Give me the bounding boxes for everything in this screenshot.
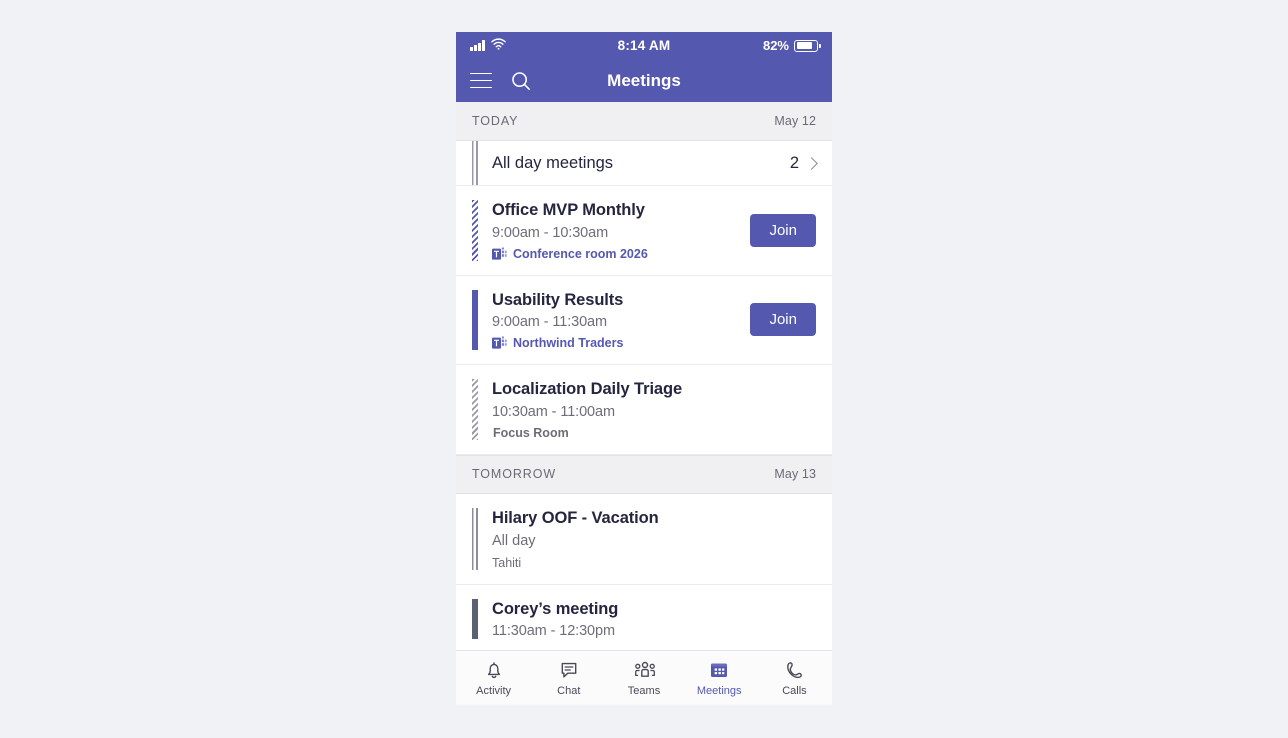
chat-bubble-icon — [558, 659, 580, 681]
meeting-location-label: Tahiti — [492, 555, 522, 570]
phone-icon — [783, 659, 805, 681]
join-button[interactable]: Join — [750, 303, 816, 337]
bell-icon — [483, 659, 505, 681]
meeting-location-label: Northwind Traders — [513, 336, 624, 351]
meeting-location-label: Focus Room — [493, 425, 569, 440]
meeting-row[interactable]: Corey’s meeting 11:30am - 12:30pm — [456, 584, 832, 650]
microsoft-teams-icon — [492, 336, 507, 350]
battery-icon — [794, 39, 821, 52]
search-icon[interactable] — [510, 70, 532, 92]
meeting-location: Focus Room — [492, 426, 816, 440]
nav-label: Chat — [557, 685, 581, 697]
all-day-row-body: All day meetings — [478, 154, 790, 173]
app-header: Meetings — [456, 59, 832, 102]
meeting-title: Office MVP Monthly — [492, 201, 645, 219]
meeting-time: All day — [492, 532, 536, 549]
section-header-tomorrow: TOMORROW May 13 — [456, 454, 832, 494]
battery-percent-label: 82% — [762, 38, 789, 53]
meeting-details: Hilary OOF - Vacation All day Tahiti — [478, 508, 816, 570]
nav-item-meetings[interactable]: Meetings — [682, 651, 757, 705]
bottom-navigation: Activity Chat Teams Meetings Calls — [456, 650, 832, 705]
meeting-time: 9:00am - 10:30am — [492, 224, 609, 241]
nav-item-chat[interactable]: Chat — [531, 651, 606, 705]
hamburger-menu-icon[interactable] — [470, 72, 492, 89]
nav-label: Calls — [782, 685, 807, 697]
meeting-title: Hilary OOF - Vacation — [492, 508, 659, 527]
meeting-time: 10:30am - 11:00am — [492, 403, 615, 420]
meeting-title: Localization Daily Triage — [492, 380, 683, 399]
meeting-row[interactable]: Usability Results 9:00am - 11:30am North… — [456, 275, 832, 366]
meeting-details: Office MVP Monthly 9:00am - 10:30am Conf… — [478, 200, 738, 261]
screen-root: 8:14 AM 82% Meetings TODAY May 12 All da… — [0, 0, 1288, 738]
meeting-title: Usability Results — [492, 290, 624, 309]
meeting-location: Northwind Traders — [492, 336, 738, 350]
meeting-details: Corey’s meeting 11:30am - 12:30pm — [478, 599, 816, 640]
meetings-list[interactable]: TODAY May 12 All day meetings 2 Office M… — [456, 102, 832, 650]
chevron-right-icon[interactable] — [805, 156, 818, 170]
meeting-location: Conference room 2026 — [492, 247, 738, 261]
nav-item-activity[interactable]: Activity — [456, 651, 531, 705]
meeting-details: Localization Daily Triage 10:30am - 11:0… — [478, 379, 816, 440]
nav-item-calls[interactable]: Calls — [757, 651, 832, 705]
all-day-meetings-row[interactable]: All day meetings 2 — [456, 141, 832, 186]
calendar-icon — [708, 659, 730, 681]
status-bar-right: 82% — [762, 38, 821, 53]
meeting-time: 9:00am - 11:30am — [492, 314, 608, 331]
section-date: May 12 — [774, 114, 816, 128]
status-bar: 8:14 AM 82% — [456, 32, 832, 59]
meeting-row[interactable]: Office MVP Monthly 9:00am - 10:30am Conf… — [456, 186, 832, 276]
section-date: May 13 — [774, 467, 816, 482]
section-label: TODAY — [472, 114, 519, 128]
nav-item-teams[interactable]: Teams — [606, 651, 681, 705]
microsoft-teams-icon — [492, 247, 507, 261]
nav-label: Teams — [627, 685, 661, 697]
all-day-right: 2 — [789, 153, 818, 173]
section-header-today: TODAY May 12 — [456, 102, 832, 141]
nav-label: Activity — [476, 685, 512, 697]
meeting-row[interactable]: Hilary OOF - Vacation All day Tahiti — [456, 493, 832, 585]
phone-viewport: 8:14 AM 82% Meetings TODAY May 12 All da… — [456, 32, 832, 705]
join-button[interactable]: Join — [750, 213, 816, 247]
all-day-count: 2 — [789, 153, 799, 172]
all-day-title: All day meetings — [492, 153, 614, 172]
section-label: TOMORROW — [472, 467, 557, 482]
people-group-icon — [633, 659, 655, 681]
meeting-details: Usability Results 9:00am - 11:30am North… — [478, 290, 738, 350]
nav-label: Meetings — [696, 685, 742, 697]
meeting-time: 11:30am - 12:30pm — [492, 623, 615, 640]
meeting-title: Corey’s meeting — [492, 599, 619, 618]
app-header-left-icons — [470, 70, 532, 92]
meeting-location-label: Conference room 2026 — [513, 246, 648, 261]
meeting-row[interactable]: Localization Daily Triage 10:30am - 11:0… — [456, 365, 832, 455]
